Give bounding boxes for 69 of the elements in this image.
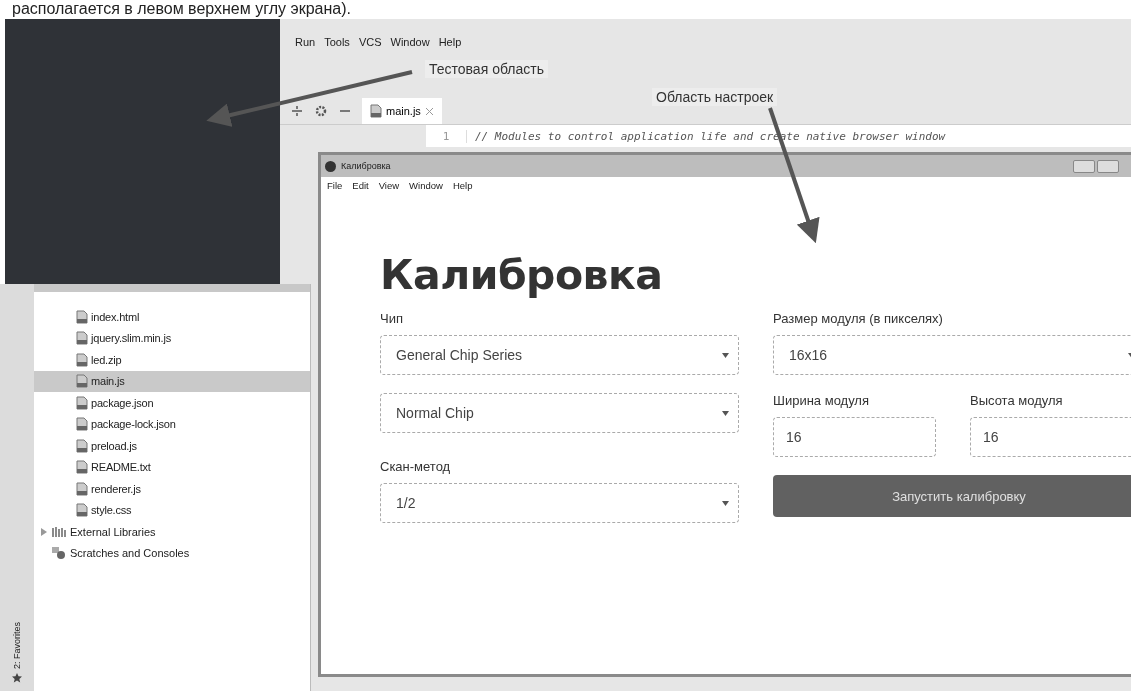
maximize-button[interactable] (1097, 159, 1119, 173)
tree-node[interactable]: jquery.slim.min.js (34, 327, 310, 349)
editor-tab[interactable]: main.js (362, 98, 442, 124)
collapsed-arrow-icon[interactable] (40, 527, 48, 536)
tree-node[interactable]: style.css (34, 499, 310, 521)
minimize-button[interactable] (1073, 159, 1095, 173)
gear-icon[interactable] (314, 104, 328, 118)
menu-item[interactable]: Window (409, 180, 443, 191)
tree-node[interactable]: led.zip (34, 349, 310, 371)
field-label: Чип (380, 311, 404, 326)
window-title: Калибровка (341, 161, 391, 171)
menu-item[interactable]: File (327, 180, 343, 191)
line-number: 1 (426, 129, 467, 143)
tree-node[interactable]: package.json (34, 392, 310, 414)
menu-item[interactable]: Window (390, 36, 430, 56)
file-icon (76, 374, 88, 389)
file-icon (76, 352, 88, 367)
file-icon (76, 417, 88, 432)
star-icon (12, 673, 22, 683)
close-icon[interactable] (424, 106, 434, 116)
file-icon (76, 503, 88, 518)
caret-icon (722, 410, 729, 416)
file-icon (76, 481, 88, 496)
menu-item[interactable]: Edit (352, 180, 369, 191)
scrollbar[interactable] (34, 284, 310, 292)
dropdown[interactable]: 1/2 (380, 483, 739, 523)
field-label: Высота модуля (970, 393, 1064, 408)
tree-node[interactable]: package-lock.json (34, 413, 310, 435)
menu-item[interactable]: View (378, 180, 400, 191)
dropdown[interactable]: Normal Chip (380, 393, 739, 433)
caret-icon (722, 500, 729, 506)
dropdown[interactable]: General Chip Series (380, 335, 739, 375)
tree-node[interactable]: preload.js (34, 435, 310, 457)
library-icon (52, 525, 66, 538)
number-field[interactable]: 16 (773, 417, 936, 457)
file-icon (76, 460, 88, 475)
menu-item[interactable]: VCS (358, 36, 382, 56)
tree-node[interactable]: main.js (34, 370, 310, 392)
menu-item[interactable]: Tools (324, 36, 350, 56)
menu-item[interactable]: Help (438, 36, 462, 56)
tree-node[interactable]: index.html (34, 306, 310, 328)
start-button[interactable]: Запустить калибровку (773, 475, 1131, 517)
file-icon (370, 104, 382, 118)
page-heading: Калибровка (380, 251, 664, 299)
dropdown[interactable]: 16x16 (773, 335, 1131, 375)
app-icon (325, 160, 336, 172)
file-icon (76, 438, 88, 453)
tree-label: External Libraries (70, 525, 156, 538)
field-label: Ширина модуля (773, 393, 870, 408)
field-label: Скан-метод (380, 459, 452, 474)
field-label: Размер модуля (в пикселях) (773, 311, 944, 326)
tree-label: Scratches and Consoles (70, 547, 190, 560)
file-icon (76, 309, 88, 324)
document-text: располагается в левом верхнем углу экрана). (12, 0, 351, 18)
file-icon (76, 395, 88, 410)
split-icon[interactable] (290, 104, 304, 118)
caret-icon (722, 352, 729, 358)
menu-item[interactable]: Run (295, 36, 316, 56)
tree-node[interactable]: README.txt (34, 456, 310, 478)
favorites-tab[interactable]: 2: Favorites (12, 621, 22, 669)
file-icon (76, 331, 88, 346)
number-field[interactable]: 16 (970, 417, 1131, 457)
tree-node[interactable]: renderer.js (34, 478, 310, 500)
annotation-label: Область настроек (652, 88, 778, 106)
annotation-label: Тестовая область (425, 60, 548, 78)
menu-item[interactable]: Help (452, 180, 473, 191)
tree-item[interactable]: External Libraries (34, 521, 310, 543)
console-icon (52, 547, 66, 560)
tree-item[interactable]: Scratches and Consoles (34, 542, 310, 564)
